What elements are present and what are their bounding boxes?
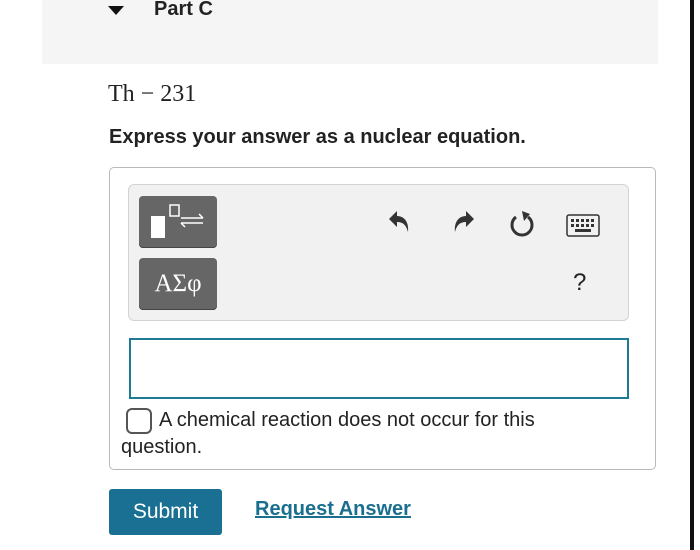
isotope-label: Th − 231 <box>108 81 197 107</box>
submit-button[interactable]: Submit <box>109 489 222 535</box>
undo-icon <box>389 211 409 232</box>
undo-button[interactable] <box>387 208 413 241</box>
greek-symbols-button[interactable]: ΑΣφ <box>139 258 217 310</box>
part-title: Part C <box>154 0 213 20</box>
redo-icon <box>454 211 474 232</box>
no-reaction-label-cont: question. <box>121 436 203 458</box>
help-button[interactable]: ? <box>573 269 586 297</box>
no-reaction-checkbox[interactable] <box>126 408 152 434</box>
keyboard-icon <box>566 214 600 237</box>
template-reaction-icon <box>151 204 204 238</box>
redo-button[interactable] <box>450 208 476 241</box>
request-answer-link[interactable]: Request Answer <box>255 498 411 521</box>
instruction-text: Express your answer as a nuclear equatio… <box>109 126 526 148</box>
page-edge-divider <box>690 0 694 550</box>
template-button[interactable] <box>139 196 217 248</box>
greek-symbols-label: ΑΣφ <box>154 270 202 297</box>
keyboard-button[interactable] <box>566 214 600 243</box>
no-reaction-label: A chemical reaction does not occur for t… <box>159 409 535 431</box>
reset-button[interactable] <box>507 208 537 245</box>
answer-input[interactable] <box>129 338 629 399</box>
reset-icon <box>510 211 534 237</box>
part-header[interactable]: Part C <box>42 0 658 64</box>
collapse-caret-icon[interactable] <box>108 6 124 15</box>
